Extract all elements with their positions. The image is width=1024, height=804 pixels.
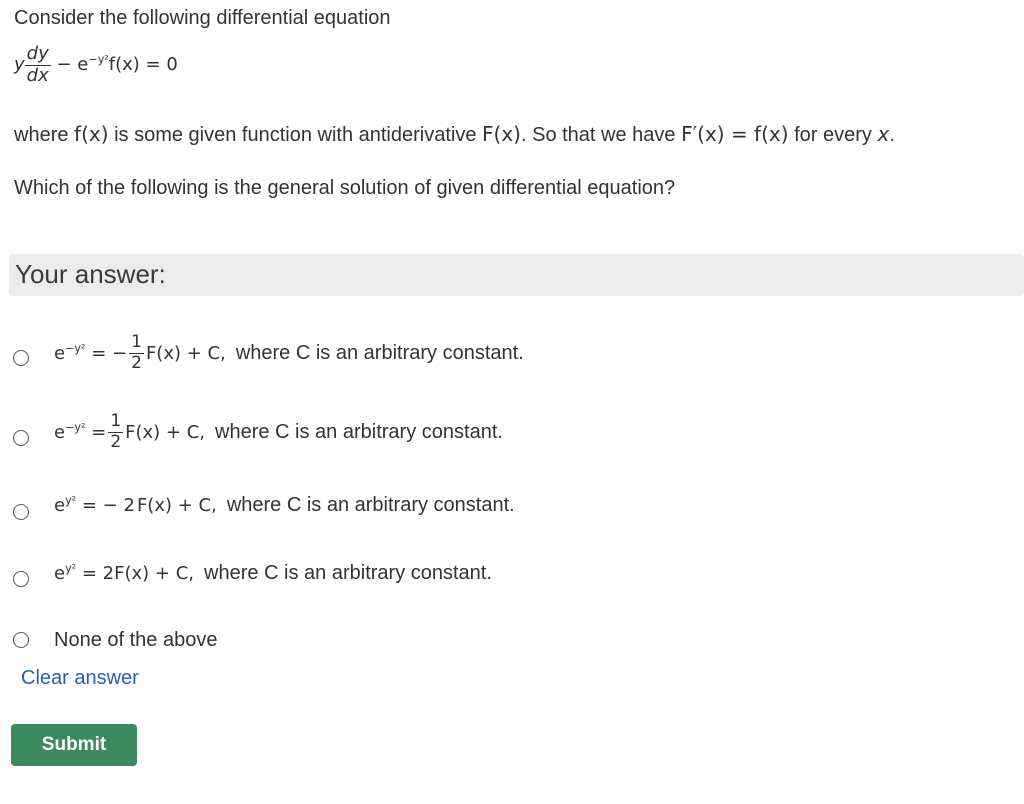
- option-1-label: e−y² = − 12 F(x) + C, where C is an arbi…: [54, 328, 524, 378]
- opt1-base: e: [54, 343, 66, 364]
- where-text-3: . So that we have: [520, 124, 682, 146]
- opt2-eq: =: [85, 422, 107, 443]
- opt1-frac-num: 1: [129, 331, 144, 354]
- answer-header-label: Your answer:: [15, 259, 166, 289]
- opt3-exp: y²: [65, 494, 77, 507]
- where-fx: f(x): [74, 122, 109, 146]
- opt5-text: None of the above: [54, 628, 218, 651]
- option-4[interactable]: ey² = 2 F(x) + C, where C is an arbitrar…: [0, 552, 1024, 602]
- option-2-label: e−y² = 12 F(x) + C, where C is an arbitr…: [54, 407, 503, 457]
- option-3[interactable]: ey² = − 2 F(x) + C, where C is an arbitr…: [0, 483, 1024, 533]
- opt2-fraction: 12: [108, 410, 124, 452]
- option-2[interactable]: e−y² = 12 F(x) + C, where C is an arbitr…: [0, 407, 1024, 457]
- question-where-line: where f(x) is some given function with a…: [14, 120, 895, 149]
- eq-den: dx: [26, 64, 49, 86]
- option-1-math: e−y² = −: [54, 342, 127, 364]
- where-text-1: where: [14, 124, 75, 146]
- opt4-base: e: [54, 563, 66, 584]
- answer-header: Your answer:: [9, 254, 1024, 296]
- opt2-rhs: F(x) + C,: [125, 421, 206, 443]
- radio-option-5[interactable]: [13, 632, 29, 648]
- opt3-eq: = − 2: [76, 495, 135, 516]
- opt1-frac-den: 2: [131, 352, 142, 373]
- submit-button[interactable]: Submit: [11, 724, 137, 766]
- eq-num: dy: [24, 43, 51, 66]
- option-1[interactable]: e−y² = − 12 F(x) + C, where C is an arbi…: [0, 328, 1024, 378]
- opt1-exp: −y²: [65, 342, 86, 355]
- where-text-2: is some given function with antiderivati…: [108, 124, 483, 146]
- option-4-label: ey² = 2 F(x) + C, where C is an arbitrar…: [54, 552, 492, 594]
- opt3-base: e: [54, 495, 66, 516]
- question-prompt: Which of the following is the general so…: [14, 177, 676, 199]
- opt2-text: where C is an arbitrary constant.: [215, 420, 503, 443]
- opt3-rhs: F(x) + C,: [136, 494, 217, 516]
- differential-equation: y dy dx − e−y²f(x) = 0: [14, 43, 178, 86]
- option-2-math: e−y² =: [54, 421, 106, 443]
- eq-exponent: −y²: [88, 53, 109, 67]
- radio-option-3[interactable]: [13, 504, 29, 520]
- option-5[interactable]: None of the above: [0, 622, 1024, 658]
- option-3-math: ey² = − 2: [54, 494, 135, 516]
- radio-option-4[interactable]: [13, 571, 29, 587]
- eq-rest: f(x) = 0: [108, 54, 178, 76]
- where-x: x: [877, 122, 890, 146]
- option-3-label: ey² = − 2 F(x) + C, where C is an arbitr…: [54, 483, 515, 527]
- opt4-rhs: F(x) + C,: [114, 562, 195, 584]
- option-5-label: None of the above: [54, 622, 217, 658]
- option-4-math: ey² = 2: [54, 562, 114, 584]
- eq-y: y: [14, 54, 25, 76]
- opt3-text: where C is an arbitrary constant.: [226, 493, 515, 516]
- opt4-exp: y²: [65, 562, 77, 575]
- where-derivative: F′(x) = f(x): [681, 122, 789, 146]
- opt1-fraction: 12: [129, 331, 144, 373]
- radio-option-2[interactable]: [13, 430, 29, 446]
- eq-minus-e: − e: [56, 54, 89, 76]
- clear-answer-link[interactable]: Clear answer: [21, 667, 139, 690]
- eq-derivative-fraction: dy dx: [24, 43, 51, 86]
- opt1-text: where C is an arbitrary constant.: [235, 341, 524, 364]
- opt4-text: where C is an arbitrary constant.: [204, 561, 492, 584]
- where-text-5: .: [889, 124, 895, 146]
- opt2-base: e: [54, 422, 66, 443]
- question-intro: Consider the following differential equa…: [14, 7, 391, 29]
- opt2-exp: −y²: [65, 421, 86, 434]
- opt2-frac-num: 1: [108, 410, 124, 433]
- opt4-eq: = 2: [76, 563, 115, 584]
- where-text-4: for every: [788, 124, 878, 146]
- opt1-eq: = −: [85, 343, 128, 364]
- opt2-frac-den: 2: [110, 431, 122, 452]
- radio-option-1[interactable]: [13, 350, 29, 366]
- opt1-rhs: F(x) + C,: [145, 342, 226, 364]
- where-Fx: F(x): [482, 122, 521, 146]
